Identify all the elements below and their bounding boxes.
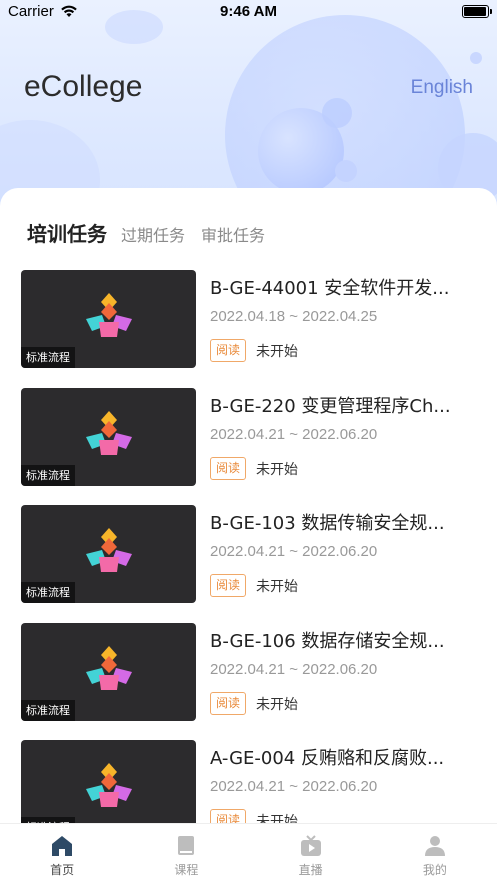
task-title: B-GE-106 数据存储安全规...: [210, 630, 445, 652]
task-item[interactable]: 标准流程 B-GE-220 变更管理程序Ch... 2022.04.21 ~ 2…: [0, 387, 497, 506]
task-type-badge: 阅读: [210, 339, 247, 362]
tabbar-label: 直播: [298, 863, 323, 877]
tab-expired-tasks[interactable]: 过期任务: [121, 222, 185, 246]
tab-approval-tasks[interactable]: 审批任务: [201, 222, 265, 246]
task-status: 未开始: [256, 579, 298, 595]
app-title: eCollege: [24, 70, 143, 103]
live-tv-icon: [300, 835, 321, 856]
task-date-range: 2022.04.21 ~ 2022.06.20: [210, 543, 378, 560]
decor-bubble: [322, 98, 352, 128]
tabbar-item-live[interactable]: 直播: [249, 824, 373, 883]
course-logo-icon: [86, 763, 132, 807]
course-thumbnail[interactable]: 标准流程: [21, 270, 196, 368]
main-panel: 培训任务 过期任务 审批任务 标准流程 B-GE-44001 安全软件开发...…: [0, 188, 497, 828]
task-title: B-GE-44001 安全软件开发...: [210, 278, 450, 299]
clock: 9:46 AM: [220, 3, 277, 20]
tabbar-item-me[interactable]: 我的: [373, 824, 497, 883]
thumbnail-tag: 标准流程: [21, 699, 75, 721]
task-date-range: 2022.04.18 ~ 2022.04.25: [210, 308, 378, 325]
course-thumbnail[interactable]: 标准流程: [21, 622, 196, 721]
battery-icon: [462, 5, 492, 18]
task-title: B-GE-103 数据传输安全规...: [210, 513, 445, 534]
task-status: 未开始: [256, 344, 298, 360]
course-logo-icon: [86, 410, 132, 455]
task-status: 未开始: [256, 461, 298, 478]
decor-bubble: [335, 160, 357, 182]
task-type-badge: 阅读: [210, 456, 247, 480]
course-logo-icon: [86, 528, 132, 572]
task-item[interactable]: 标准流程 A-GE-004 反贿赂和反腐败... 2022.04.21 ~ 20…: [0, 740, 497, 828]
task-title: B-GE-220 变更管理程序Ch...: [210, 395, 451, 417]
task-status: 未开始: [256, 696, 298, 713]
person-icon: [424, 836, 445, 856]
thumbnail-tag: 标准流程: [21, 464, 75, 486]
thumbnail-tag: 标准流程: [21, 347, 75, 368]
tabbar-label: 我的: [422, 863, 447, 877]
task-item[interactable]: 标准流程 B-GE-44001 安全软件开发... 2022.04.18 ~ 2…: [0, 270, 497, 388]
task-date-range: 2022.04.21 ~ 2022.06.20: [210, 660, 378, 678]
task-date-range: 2022.04.21 ~ 2022.06.20: [210, 778, 378, 795]
course-logo-icon: [86, 293, 132, 337]
task-title: A-GE-004 反贿赂和反腐败...: [210, 748, 445, 769]
status-bar: Carrier 9:46 AM: [0, 0, 497, 24]
tabbar-item-courses[interactable]: 课程: [124, 824, 248, 883]
language-switch-button[interactable]: English: [411, 77, 473, 99]
bottom-tab-bar: 首页 课程 直播 我的: [0, 823, 497, 883]
tabbar-item-home[interactable]: 首页: [0, 824, 124, 883]
task-tabs: 培训任务 过期任务 审批任务: [27, 218, 281, 247]
task-item[interactable]: 标准流程 B-GE-106 数据存储安全规... 2022.04.21 ~ 20…: [0, 622, 497, 741]
task-type-badge: 阅读: [210, 574, 247, 597]
decor-bubble: [470, 52, 482, 64]
tabbar-label: 课程: [174, 863, 199, 877]
course-logo-icon: [86, 645, 132, 690]
home-icon: [52, 836, 73, 856]
tab-training-tasks[interactable]: 培训任务: [27, 218, 107, 247]
thumbnail-tag: 标准流程: [21, 582, 75, 603]
task-date-range: 2022.04.21 ~ 2022.06.20: [210, 425, 378, 443]
task-type-badge: 阅读: [210, 691, 247, 715]
course-thumbnail[interactable]: 标准流程: [21, 505, 196, 603]
tabbar-label: 首页: [50, 863, 75, 877]
course-thumbnail[interactable]: 标准流程: [21, 740, 196, 828]
course-thumbnail[interactable]: 标准流程: [21, 387, 196, 486]
book-icon: [178, 836, 195, 855]
task-item[interactable]: 标准流程 B-GE-103 数据传输安全规... 2022.04.21 ~ 20…: [0, 505, 497, 623]
task-list: 标准流程 B-GE-44001 安全软件开发... 2022.04.18 ~ 2…: [0, 270, 497, 828]
